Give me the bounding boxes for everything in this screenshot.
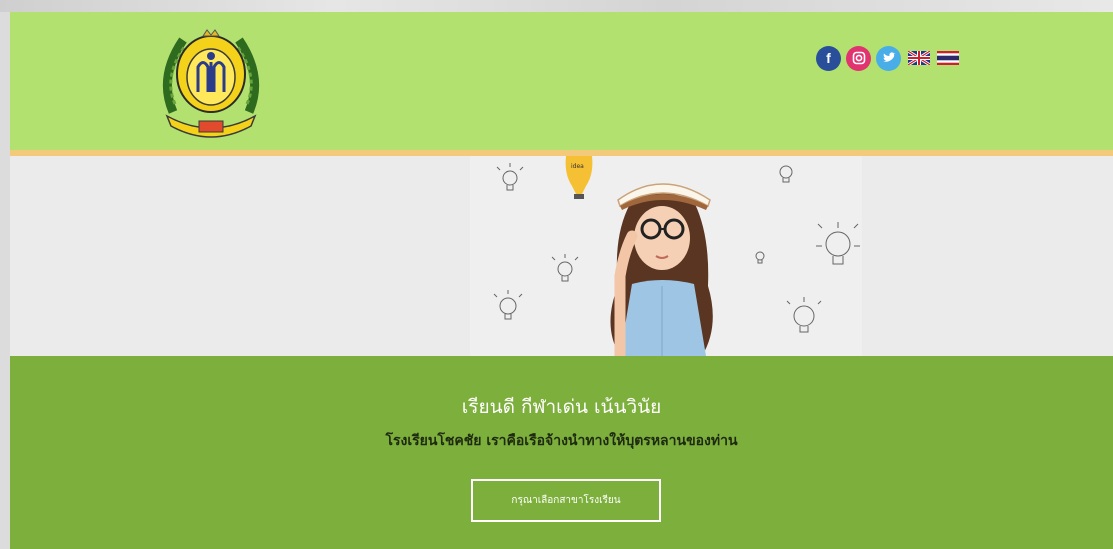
uk-flag-icon[interactable] xyxy=(908,51,930,65)
hero-banner: idea xyxy=(10,156,1113,362)
background-watermark xyxy=(0,0,1113,12)
hero-image: idea xyxy=(470,156,862,362)
instagram-icon[interactable] xyxy=(846,45,871,71)
thai-flag-icon[interactable] xyxy=(937,51,959,65)
svg-text:idea: idea xyxy=(571,163,584,170)
social-links: f xyxy=(816,45,959,71)
page: f idea เรียนดี กีฬาเด่น เน้นวินัย โรงเรี… xyxy=(10,12,1113,549)
school-tagline: โรงเรียนโชคชัย เราคือเรือจ้างนำทางให้บุต… xyxy=(385,433,738,449)
header: f xyxy=(10,12,1113,150)
facebook-icon[interactable]: f xyxy=(816,45,841,71)
school-logo[interactable] xyxy=(153,22,269,138)
bird-icon xyxy=(882,52,896,62)
main-section: เรียนดี กีฬาเด่น เน้นวินัย โรงเรียนโชคชั… xyxy=(10,356,1113,549)
select-branch-label: กรุณาเลือกสาขาโรงเรียน xyxy=(511,495,621,506)
twitter-icon[interactable] xyxy=(876,45,901,71)
school-motto: เรียนดี กีฬาเด่น เน้นวินัย xyxy=(461,396,662,418)
facebook-glyph: f xyxy=(826,50,831,66)
select-branch-button[interactable]: กรุณาเลือกสาขาโรงเรียน xyxy=(471,479,661,522)
camera-icon xyxy=(852,51,865,65)
